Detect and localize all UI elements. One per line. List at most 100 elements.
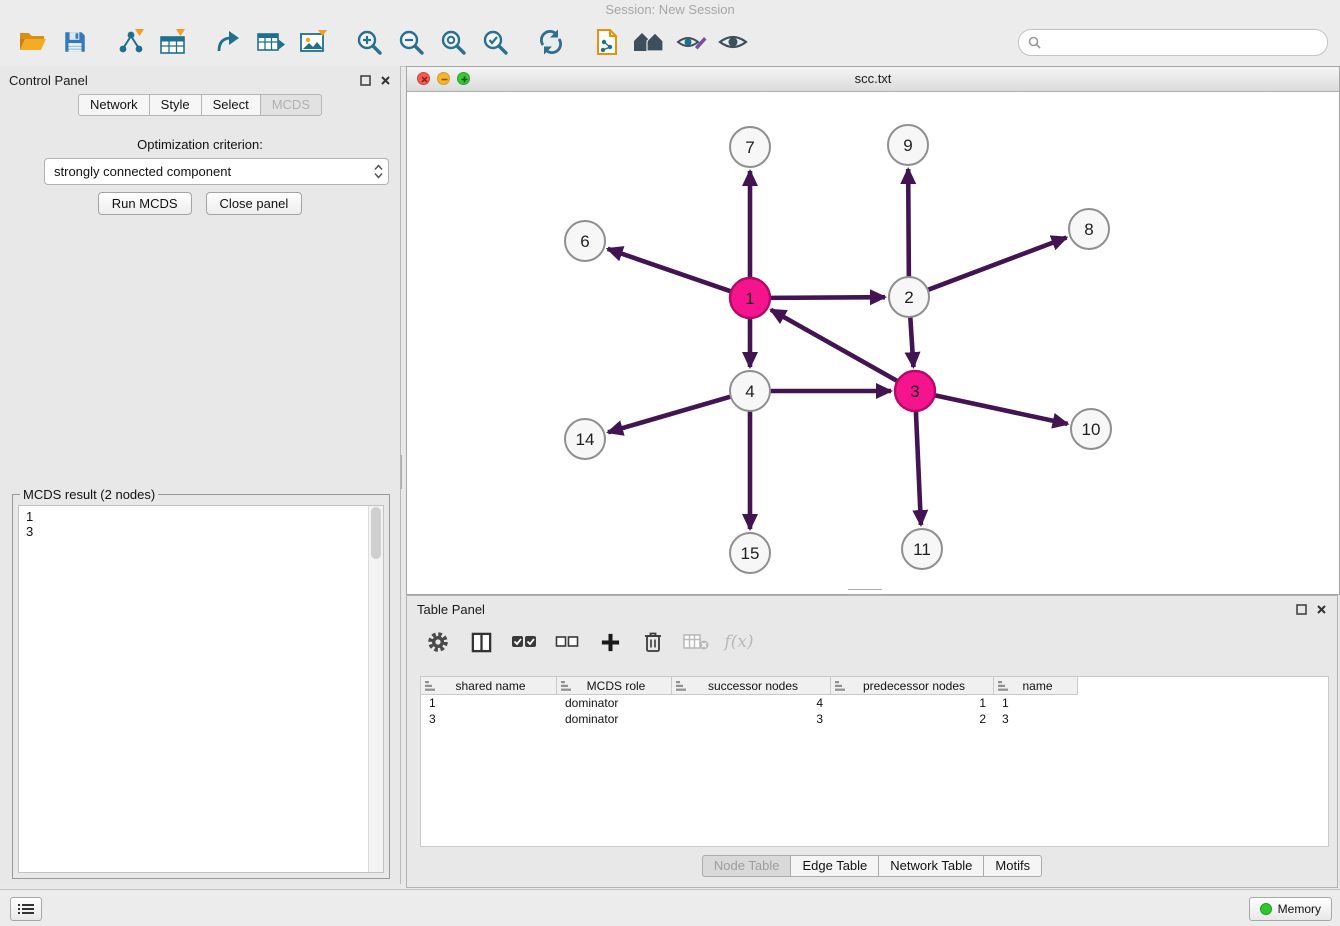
column-header-MCDS-role[interactable]: MCDS role	[557, 677, 672, 695]
function-builder-button[interactable]: f(x)	[724, 627, 754, 657]
network-edge[interactable]	[910, 317, 913, 367]
home-button[interactable]	[628, 22, 670, 62]
refresh-button[interactable]	[530, 22, 572, 62]
network-node[interactable]: 9	[888, 125, 928, 165]
close-panel-icon[interactable]	[380, 75, 391, 86]
column-header-name[interactable]: name	[994, 677, 1078, 695]
network-edge[interactable]	[908, 169, 909, 277]
search-input[interactable]	[1046, 34, 1318, 51]
tab-network-table[interactable]: Network Table	[878, 855, 984, 877]
tab-style[interactable]: Style	[149, 94, 202, 116]
node-label: 4	[745, 382, 754, 401]
tab-node-table[interactable]: Node Table	[702, 855, 792, 877]
network-edge[interactable]	[935, 395, 1068, 424]
search-box[interactable]	[1018, 29, 1328, 56]
eye-icon	[717, 31, 749, 53]
result-scrollbar[interactable]	[368, 506, 383, 872]
show-columns-button[interactable]	[466, 627, 496, 657]
network-edge[interactable]	[916, 411, 921, 525]
export-image-button[interactable]	[292, 22, 334, 62]
zoom-selected-button[interactable]	[474, 22, 516, 62]
table-row[interactable]: 1dominator411	[421, 695, 1328, 711]
sort-icon	[998, 681, 1008, 691]
plus-icon	[600, 632, 621, 653]
network-node[interactable]: 4	[730, 371, 770, 411]
mcds-result-area[interactable]: 13	[18, 505, 384, 873]
close-panel-button[interactable]: Close panel	[206, 192, 303, 215]
show-graphics-button[interactable]	[712, 22, 754, 62]
select-all-columns-button[interactable]	[509, 627, 539, 657]
save-session-button[interactable]	[54, 22, 96, 62]
table-settings-button[interactable]	[423, 627, 453, 657]
unselect-all-columns-button[interactable]	[552, 627, 582, 657]
import-table-button[interactable]	[152, 22, 194, 62]
column-header-predecessor-nodes[interactable]: predecessor nodes	[831, 677, 994, 695]
tab-edge-table[interactable]: Edge Table	[790, 855, 879, 877]
network-node[interactable]: 15	[730, 533, 770, 573]
network-node[interactable]: 3	[895, 371, 935, 411]
export-table-button[interactable]	[250, 22, 292, 62]
delete-column-button[interactable]	[638, 627, 668, 657]
network-edge[interactable]	[608, 249, 731, 292]
maximize-window-icon[interactable]	[457, 72, 470, 85]
network-window-titlebar[interactable]: scc.txt	[407, 67, 1339, 92]
node-label: 10	[1082, 420, 1101, 439]
table-cell: 4	[672, 696, 831, 710]
table-header-row: shared nameMCDS rolesuccessor nodes prede…	[421, 677, 1328, 695]
export-network-button[interactable]	[208, 22, 250, 62]
open-session-button[interactable]	[12, 22, 54, 62]
network-canvas[interactable]: 7 9 6 8 1 2 4 3 14 10 15 11	[407, 92, 1337, 593]
node-label: 15	[741, 544, 760, 563]
float-panel-icon[interactable]	[360, 75, 371, 86]
network-node[interactable]: 2	[889, 277, 929, 317]
criterion-select[interactable]: strongly connected component	[44, 158, 389, 185]
result-line: 3	[19, 524, 383, 539]
network-node[interactable]: 1	[730, 278, 770, 318]
zoom-in-icon	[355, 28, 383, 56]
add-column-button[interactable]	[595, 627, 625, 657]
result-scrollbar-thumb[interactable]	[371, 507, 381, 559]
node-label: 11	[913, 540, 931, 559]
network-edge[interactable]	[771, 310, 898, 381]
column-header-shared-name[interactable]: shared name	[421, 677, 557, 695]
zoom-in-button[interactable]	[348, 22, 390, 62]
task-history-button[interactable]	[10, 897, 42, 921]
network-from-selection-button[interactable]	[586, 22, 628, 62]
network-node[interactable]: 11	[902, 529, 942, 569]
column-header-successor-nodes[interactable]: successor nodes	[672, 677, 831, 695]
run-mcds-button[interactable]: Run MCDS	[98, 192, 192, 215]
network-node[interactable]: 10	[1071, 409, 1111, 449]
tab-network[interactable]: Network	[78, 94, 150, 116]
tab-select[interactable]: Select	[201, 94, 261, 116]
network-edge[interactable]	[770, 297, 885, 298]
node-label: 8	[1084, 220, 1093, 239]
network-edge[interactable]	[608, 397, 731, 433]
tab-mcds[interactable]: MCDS	[260, 94, 322, 116]
zoom-out-button[interactable]	[390, 22, 432, 62]
open-folder-icon	[18, 30, 48, 54]
network-node[interactable]: 6	[565, 221, 605, 261]
network-node[interactable]: 7	[730, 127, 770, 167]
close-panel-icon[interactable]	[1316, 604, 1327, 615]
table-cell: dominator	[557, 712, 672, 726]
vertical-splitter[interactable]	[401, 455, 407, 489]
network-edge[interactable]	[928, 237, 1067, 289]
zoom-fit-button[interactable]	[432, 22, 474, 62]
minimize-window-icon[interactable]	[437, 72, 450, 85]
import-network-button[interactable]	[110, 22, 152, 62]
zoom-selected-icon	[481, 28, 509, 56]
style-preview-button[interactable]	[670, 22, 712, 62]
table-cell: 2	[831, 712, 994, 726]
delete-table-button[interactable]	[681, 627, 711, 657]
float-panel-icon[interactable]	[1296, 604, 1307, 615]
column-header-label: predecessor nodes	[859, 679, 965, 693]
horizontal-splitter[interactable]	[848, 589, 882, 595]
window-titlebar[interactable]: Session: New Session	[0, 0, 1340, 18]
network-node[interactable]: 14	[565, 419, 605, 459]
table-row[interactable]: 3dominator323	[421, 711, 1328, 727]
columns-icon	[470, 631, 493, 654]
tab-motifs[interactable]: Motifs	[983, 855, 1042, 877]
memory-button[interactable]: Memory	[1249, 897, 1332, 921]
network-node[interactable]: 8	[1069, 209, 1109, 249]
close-window-icon[interactable]	[417, 72, 430, 85]
